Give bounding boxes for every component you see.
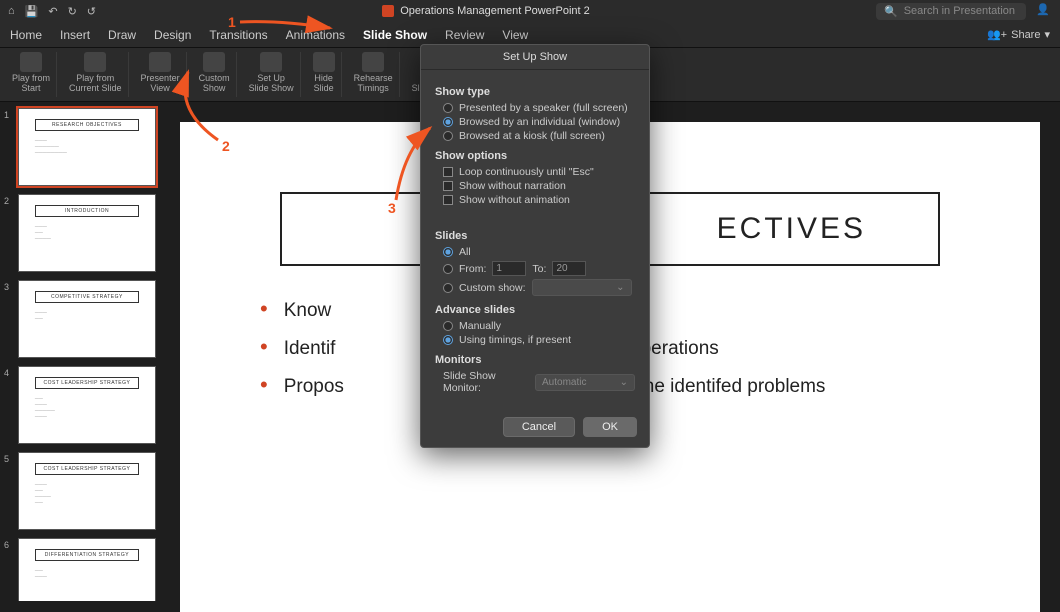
custom-show-button[interactable]: CustomShow xyxy=(193,52,237,97)
slides-heading: Slides xyxy=(435,230,635,242)
slide-thumbnails: 1RESEARCH OBJECTIVES————————————————— 2I… xyxy=(0,102,160,601)
quick-access: ⌂ 💾 ↶ ↻ ↺ xyxy=(8,5,96,18)
document-title: Operations Management PowerPoint 2 xyxy=(106,5,866,17)
slide-thumb-6[interactable]: DIFFERENTIATION STRATEGY————— xyxy=(18,538,156,601)
advance-timings-radio[interactable]: Using timings, if present xyxy=(443,334,635,346)
advance-manually-radio[interactable]: Manually xyxy=(443,320,635,332)
chevron-down-icon: ⌄ xyxy=(620,377,628,388)
custom-show-radio[interactable]: Custom show: ⌄ xyxy=(443,279,635,296)
slides-all-radio[interactable]: All xyxy=(443,246,635,258)
dialog-title: Set Up Show xyxy=(421,45,649,70)
home-icon[interactable]: ⌂ xyxy=(8,5,15,18)
to-field[interactable]: 20 xyxy=(552,261,586,276)
document-title-text: Operations Management PowerPoint 2 xyxy=(400,5,590,17)
thumb-num: 4 xyxy=(4,366,14,444)
thumb-num: 3 xyxy=(4,280,14,358)
custom-show-select[interactable]: ⌄ xyxy=(532,279,632,296)
slide-thumb-1[interactable]: RESEARCH OBJECTIVES————————————————— xyxy=(18,108,156,186)
show-type-kiosk-radio[interactable]: Browsed at a kiosk (full screen) xyxy=(443,130,635,142)
powerpoint-icon xyxy=(382,5,394,17)
tab-design[interactable]: Design xyxy=(154,28,191,42)
slide-thumb-5[interactable]: COST LEADERSHIP STRATEGY——————————— xyxy=(18,452,156,530)
repeat-icon[interactable]: ↺ xyxy=(87,5,96,18)
ok-button[interactable]: OK xyxy=(583,417,637,437)
set-up-slide-show-button[interactable]: Set UpSlide Show xyxy=(243,52,301,97)
tab-slide-show[interactable]: Slide Show xyxy=(363,28,427,42)
tab-home[interactable]: Home xyxy=(10,28,42,42)
tab-insert[interactable]: Insert xyxy=(60,28,90,42)
redo-icon[interactable]: ↻ xyxy=(68,5,77,18)
from-field[interactable]: 1 xyxy=(492,261,526,276)
without-animation-checkbox[interactable]: Show without animation xyxy=(443,194,635,206)
set-up-show-dialog: Set Up Show Show type Presented by a spe… xyxy=(420,44,650,448)
slide-thumb-2[interactable]: INTRODUCTION————————— xyxy=(18,194,156,272)
undo-icon[interactable]: ↶ xyxy=(48,5,57,18)
loop-checkbox[interactable]: Loop continuously until "Esc" xyxy=(443,166,635,178)
advance-heading: Advance slides xyxy=(435,304,635,316)
thumb-num: 1 xyxy=(4,108,14,186)
cancel-button[interactable]: Cancel xyxy=(503,417,575,437)
chevron-down-icon: ⌄ xyxy=(616,282,624,293)
monitor-select[interactable]: Automatic⌄ xyxy=(535,374,635,391)
title-bar: ⌂ 💾 ↶ ↻ ↺ Operations Management PowerPoi… xyxy=(0,0,1060,22)
show-type-speaker-radio[interactable]: Presented by a speaker (full screen) xyxy=(443,102,635,114)
play-from-current-button[interactable]: Play fromCurrent Slide xyxy=(63,52,129,97)
search-placeholder: Search in Presentation xyxy=(904,5,1015,17)
thumb-num: 2 xyxy=(4,194,14,272)
save-icon[interactable]: 💾 xyxy=(25,5,39,18)
play-from-start-button[interactable]: Play fromStart xyxy=(6,52,57,97)
thumb-num: 6 xyxy=(4,538,14,601)
show-options-heading: Show options xyxy=(435,150,635,162)
tab-draw[interactable]: Draw xyxy=(108,28,136,42)
slide-thumb-4[interactable]: COST LEADERSHIP STRATEGY————————————— xyxy=(18,366,156,444)
share-button[interactable]: 👥+ Share ▾ xyxy=(987,28,1050,41)
monitors-heading: Monitors xyxy=(435,354,635,366)
presenter-view-button[interactable]: PresenterView xyxy=(135,52,187,97)
monitor-row: Slide Show Monitor: Automatic⌄ xyxy=(443,370,635,394)
show-type-heading: Show type xyxy=(435,86,635,98)
without-narration-checkbox[interactable]: Show without narration xyxy=(443,180,635,192)
search-icon: 🔍 xyxy=(884,5,898,18)
search-input[interactable]: 🔍 Search in Presentation xyxy=(876,3,1026,20)
tab-transitions[interactable]: Transitions xyxy=(209,28,267,42)
tab-view[interactable]: View xyxy=(502,28,528,42)
user-icon[interactable]: 👤 xyxy=(1036,3,1052,19)
thumb-num: 5 xyxy=(4,452,14,530)
hide-slide-button[interactable]: HideSlide xyxy=(307,52,342,97)
tab-animations[interactable]: Animations xyxy=(286,28,345,42)
rehearse-timings-button[interactable]: RehearseTimings xyxy=(348,52,400,97)
slide-thumb-3[interactable]: COMPETITIVE STRATEGY————— xyxy=(18,280,156,358)
tab-review[interactable]: Review xyxy=(445,28,484,42)
show-type-individual-radio[interactable]: Browsed by an individual (window) xyxy=(443,116,635,128)
slides-from-radio[interactable]: From: 1 To: 20 xyxy=(443,261,635,276)
